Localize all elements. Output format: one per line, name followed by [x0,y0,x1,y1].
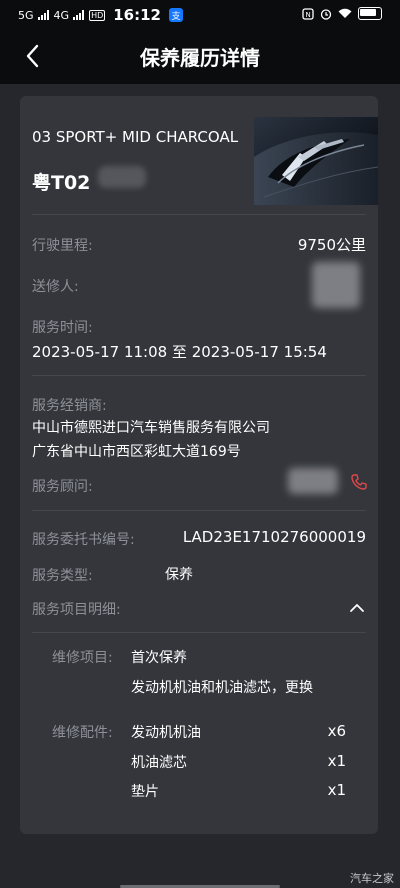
phone-call-icon[interactable] [350,473,368,491]
dealer-address: 广东省中山市西区彩虹大道169号 [32,444,241,460]
battery-icon [358,7,382,20]
divider [32,632,366,633]
signal-5g-label: 5G [18,8,34,22]
part-qty: x1 [327,752,346,770]
license-plate: 粤T02 [32,172,91,194]
hd-badge: HD [89,9,106,21]
divider [32,214,366,215]
sender-redaction [312,262,360,308]
status-bar: 5G 4G HD 16:12 支 N [0,0,400,30]
sender-label: 送修人: [32,279,79,295]
maintenance-detail-card: 03 SPORT+ MID CHARCOAL 粤T02 行驶里程: 9750公里… [20,96,378,834]
dealer-label: 服务经销商: [32,398,107,414]
service-type-label: 服务类型: [32,568,93,584]
part-name: 垫片 [131,784,159,800]
alarm-icon [320,8,332,20]
advisor-redaction [288,468,338,494]
nav-bar: 保养履历详情 [0,30,400,84]
part-name: 发动机机油 [131,725,201,741]
signal-bars-icon [37,10,49,20]
service-time-value: 2023-05-17 11:08 至 2023-05-17 15:54 [32,343,327,361]
mileage-value: 9750公里 [297,236,366,254]
part-qty: x6 [327,722,346,740]
chevron-up-icon[interactable] [348,599,366,617]
divider [32,375,366,376]
order-number-label: 服务委托书编号: [32,532,135,548]
dealer-name: 中山市德熙进口汽车销售服务有限公司 [32,420,270,436]
service-type-value: 保养 [165,567,193,583]
part-qty: x1 [327,781,346,799]
wifi-icon [338,8,352,18]
details-label: 服务项目明细: [32,602,121,618]
vehicle-photo [254,117,378,205]
clock: 16:12 [113,6,161,24]
alipay-icon: 支 [169,8,183,22]
service-time-label: 服务时间: [32,320,93,336]
parts-label: 维修配件: [52,725,113,741]
signal-bars-icon [73,10,85,20]
nfc-icon: N [302,7,314,20]
part-name: 机油滤芯 [131,755,187,771]
order-number-value: LAD23E1710276000019 [182,528,366,546]
mileage-label: 行驶里程: [32,238,93,254]
signal-4g-label: 4G [53,8,70,22]
advisor-label: 服务顾问: [32,479,93,495]
divider [32,510,366,511]
repair-item: 首次保养 [131,650,187,666]
repair-item: 发动机机油和机油滤芯，更换 [131,680,313,696]
svg-text:N: N [306,11,311,19]
vehicle-model-name: 03 SPORT+ MID CHARCOAL [32,128,239,146]
repair-items-label: 维修项目: [52,650,113,666]
page-title: 保养履历详情 [140,46,260,70]
watermark: 汽车之家 [350,872,394,885]
plate-redaction [98,166,146,188]
